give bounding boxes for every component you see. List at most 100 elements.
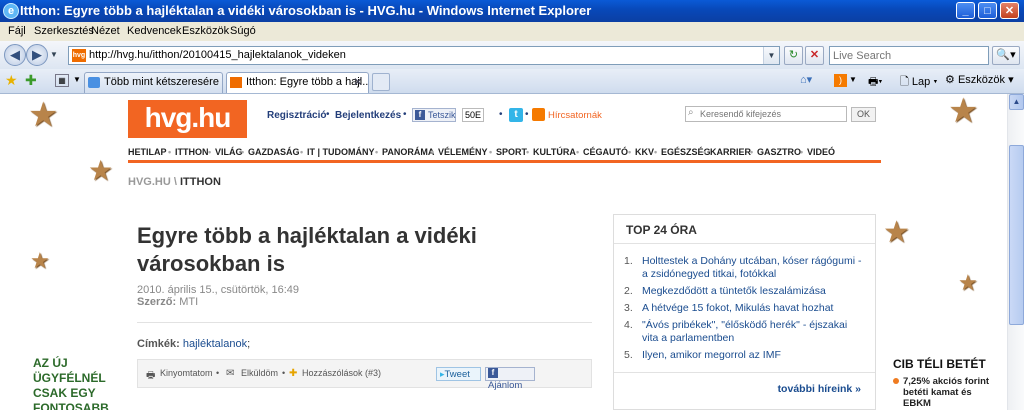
item-number: 2. xyxy=(624,285,633,297)
nav-kkv[interactable]: KKV xyxy=(635,147,654,157)
home-icon[interactable]: ⌂▾ xyxy=(800,73,812,86)
like-count: 50E xyxy=(462,108,484,122)
list-item[interactable]: 3. A hétvége 15 fokot, Mikulás havat hozh… xyxy=(624,302,864,315)
cib-promo-ad[interactable]: CIB TÉLI BETÉT 7,25% akciós forint betét… xyxy=(893,357,993,409)
nav-sport[interactable]: SPORT xyxy=(496,147,527,157)
page-menu-button[interactable]: 🗋 Lap ▾ xyxy=(900,73,937,92)
comments-link[interactable]: Hozzászólások (#3) xyxy=(302,368,381,378)
quick-tabs-icon[interactable]: ▦ xyxy=(55,74,69,87)
item-link[interactable]: "Ávós pribékek", "élősködő herék" - éjsz… xyxy=(642,319,847,344)
menu-view[interactable]: Nézet xyxy=(91,25,120,37)
printer-icon[interactable]: 🖶▾ xyxy=(868,73,882,92)
item-link[interactable]: Megkezdődött a tüntetők leszalámizása xyxy=(642,285,826,297)
article-toolbar: 🖶 Kinyomtatom • ✉ Elküldöm • ✚ Hozzászól… xyxy=(137,359,592,391)
nav-vilag[interactable]: VILÁG xyxy=(215,147,243,157)
rss-dropdown-icon[interactable]: ▼ xyxy=(849,75,857,84)
tweet-button[interactable]: ▸Tweet xyxy=(436,367,481,381)
nav-gazdasag[interactable]: GAZDASÁG xyxy=(248,147,300,157)
list-item[interactable]: 2. Megkezdődött a tüntetők leszalámizása xyxy=(624,285,864,298)
tab-list-dropdown-icon[interactable]: ▼ xyxy=(73,75,81,84)
history-dropdown-icon[interactable]: ▼ xyxy=(50,50,58,59)
nav-velemeny[interactable]: VÉLEMÉNY xyxy=(438,147,488,157)
nav-separator: • xyxy=(703,147,707,157)
list-item[interactable]: 1. Holttestek a Dohány utcában, kóser rág… xyxy=(624,255,864,281)
mail-icon: ✉ xyxy=(226,368,235,379)
stop-button[interactable]: ✕ xyxy=(805,46,824,65)
rss-icon xyxy=(532,108,545,121)
login-link[interactable]: Bejelentkezés xyxy=(335,110,401,121)
nav-cegauto[interactable]: CÉGAUTÓ xyxy=(583,147,628,157)
nav-gasztro[interactable]: GASZTRO xyxy=(757,147,801,157)
live-search-input[interactable] xyxy=(830,47,986,64)
item-number: 1. xyxy=(624,255,633,267)
address-dropdown-button[interactable]: ▼ xyxy=(763,47,779,64)
decor-star-icon: ★ xyxy=(28,96,59,134)
vertical-scrollbar[interactable]: ▲ xyxy=(1007,94,1024,410)
tab-1[interactable]: Több mint kétszeresére nőtt ... xyxy=(84,72,223,93)
new-tab-button[interactable] xyxy=(372,73,390,91)
site-search-input[interactable] xyxy=(700,107,840,120)
feeds-link[interactable]: Hírcsatornák xyxy=(548,110,602,121)
facebook-like-button[interactable]: f Tetszik xyxy=(412,108,456,122)
nav-it-tudomany[interactable]: IT | TUDOMÁNY xyxy=(307,147,375,157)
menu-tools[interactable]: Eszközök xyxy=(182,25,229,37)
site-favicon-icon: hvg xyxy=(72,49,86,62)
list-item[interactable]: 4. "Ávós pribékek", "élősködő herék" - éj… xyxy=(624,319,864,345)
nav-karrier[interactable]: KARRIER xyxy=(710,147,751,157)
menu-file[interactable]: Fájl xyxy=(8,25,26,37)
favorites-star-icon[interactable]: ★ xyxy=(5,72,18,89)
nav-hetilap[interactable]: HETILAP xyxy=(128,147,167,157)
minimize-button[interactable]: _ xyxy=(956,2,975,19)
search-go-button[interactable]: 🔍▾ xyxy=(992,46,1020,65)
promo-line: CSAK EGY xyxy=(33,386,96,400)
main-navigation: HETILAP • ITTHON • VILÁG • GAZDASÁG • IT… xyxy=(128,144,881,163)
add-favorite-icon[interactable]: ✚ xyxy=(25,72,37,89)
menu-favorites[interactable]: Kedvencek xyxy=(127,25,181,37)
nav-kultura[interactable]: KULTÚRA xyxy=(533,147,576,157)
register-link[interactable]: Regisztráció xyxy=(267,110,326,121)
divider xyxy=(137,322,592,323)
top24-title: TOP 24 ÓRA xyxy=(626,223,697,237)
breadcrumb-root[interactable]: HVG.HU xyxy=(128,176,171,188)
left-promo-ad[interactable]: AZ ÚJ ÜGYFÉLNÉL CSAK EGY FONTOSABB xyxy=(33,356,123,410)
more-news-link[interactable]: további híreink » xyxy=(778,383,861,395)
menu-help[interactable]: Súgó xyxy=(230,25,256,37)
tools-menu-button[interactable]: ⚙ Eszközök ▾ xyxy=(945,73,1014,86)
scroll-up-button[interactable]: ▲ xyxy=(1009,94,1024,110)
nav-video[interactable]: VIDEÓ xyxy=(807,147,835,157)
twitter-icon[interactable]: t xyxy=(509,108,523,122)
item-link[interactable]: A hétvége 15 fokot, Mikulás havat hozhat xyxy=(642,302,833,314)
address-field[interactable]: hvg http://hvg.hu/itthon/20100415_hajlek… xyxy=(68,46,780,65)
ie-logo-icon: e xyxy=(3,3,19,19)
promo-line: ÜGYFÉLNÉL xyxy=(33,371,106,385)
breadcrumb-section[interactable]: ITTHON xyxy=(180,176,221,188)
close-button[interactable]: ✕ xyxy=(1000,2,1019,19)
scroll-thumb[interactable] xyxy=(1009,145,1024,325)
rss-feed-icon[interactable]: ) xyxy=(834,74,847,87)
recommend-button[interactable]: f Ajánlom xyxy=(485,367,535,391)
web-page: ★ ★ ★ ★ ★ ★ hvg.hu Regisztráció • Bejele… xyxy=(0,94,1007,410)
separator: • xyxy=(326,109,330,120)
live-search-box[interactable] xyxy=(829,46,989,65)
maximize-button[interactable]: □ xyxy=(978,2,997,19)
back-button[interactable]: ◀ xyxy=(4,44,26,66)
send-link[interactable]: Elküldöm xyxy=(241,368,278,378)
item-link[interactable]: Holttestek a Dohány utcában, kóser rágóg… xyxy=(642,255,861,280)
tab-2[interactable]: Itthon: Egyre több a hajl... ✕ xyxy=(226,72,369,93)
search-ok-button[interactable]: OK xyxy=(851,107,876,122)
site-logo[interactable]: hvg.hu xyxy=(128,100,247,138)
menu-edit[interactable]: Szerkesztés xyxy=(34,25,94,37)
breadcrumb: HVG.HU \ ITTHON xyxy=(128,176,221,188)
item-link[interactable]: Ilyen, amikor megorrol az IMF xyxy=(642,349,781,361)
site-search-box[interactable]: ⌕ xyxy=(685,106,847,122)
print-link[interactable]: Kinyomtatom xyxy=(160,368,213,378)
list-item[interactable]: 5. Ilyen, amikor megorrol az IMF xyxy=(624,349,864,362)
tools-menu-label: Eszközök xyxy=(957,74,1006,86)
nav-itthon[interactable]: ITTHON xyxy=(175,147,209,157)
refresh-button[interactable]: ↻ xyxy=(784,46,803,65)
tag-link[interactable]: hajléktalanok xyxy=(183,338,247,350)
nav-panorama[interactable]: PANORÁMA xyxy=(382,147,434,157)
forward-button[interactable]: ▶ xyxy=(26,44,48,66)
separator: • xyxy=(282,368,286,378)
close-tab-icon[interactable]: ✕ xyxy=(353,75,363,89)
